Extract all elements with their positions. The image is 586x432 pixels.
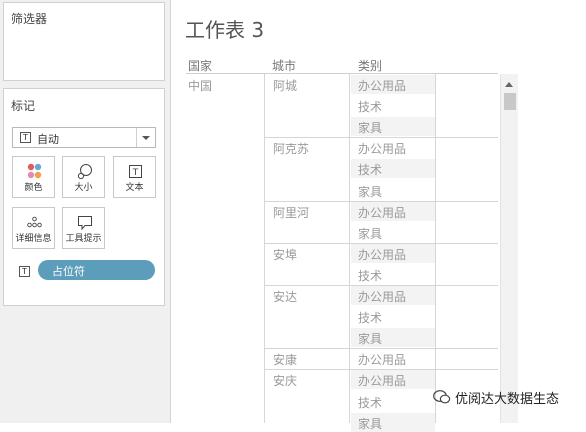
- category-cell[interactable]: 办公用品: [358, 351, 406, 368]
- category-cell[interactable]: 技术: [358, 98, 382, 115]
- group-separator: [265, 348, 498, 350]
- filters-card[interactable]: 筛选器: [3, 2, 165, 81]
- category-column-divider: [349, 74, 350, 423]
- header-city[interactable]: 城市: [272, 57, 296, 74]
- detail-button[interactable]: 详细信息: [12, 207, 55, 249]
- tooltip-button-label: 工具提示: [65, 234, 102, 244]
- category-cell[interactable]: 技术: [358, 309, 382, 326]
- vertical-scrollbar[interactable]: [500, 74, 518, 423]
- color-dots-icon: [27, 163, 42, 179]
- text-encoding-icon: T: [19, 266, 30, 277]
- marks-title: 标记: [11, 99, 36, 113]
- category-cell[interactable]: 技术: [358, 394, 382, 411]
- left-pane: 筛选器 标记 T 自动 颜色 大小 T 文本 详细信息 工具提示 T 占位符: [0, 0, 171, 423]
- category-cell[interactable]: 办公用品: [358, 246, 406, 263]
- category-cell[interactable]: 家具: [358, 225, 382, 242]
- chevron-down-icon[interactable]: [136, 128, 155, 147]
- scroll-thumb[interactable]: [504, 93, 516, 110]
- detail-dots-icon: [27, 216, 42, 228]
- tooltip-button[interactable]: 工具提示: [62, 207, 105, 249]
- color-button-label: 颜色: [24, 183, 43, 193]
- category-cell[interactable]: 办公用品: [358, 204, 406, 221]
- text-button[interactable]: T 文本: [113, 156, 156, 198]
- pill-label: 占位符: [52, 265, 85, 278]
- city-cell[interactable]: 安庆: [273, 372, 297, 389]
- size-icon: [77, 164, 92, 180]
- size-button-label: 大小: [74, 183, 93, 193]
- category-cell[interactable]: 家具: [358, 183, 382, 200]
- city-cell[interactable]: 安达: [273, 288, 297, 305]
- city-cell[interactable]: 阿城: [273, 77, 297, 94]
- placeholder-pill[interactable]: 占位符: [38, 260, 155, 280]
- mark-type-dropdown[interactable]: T 自动: [12, 127, 156, 148]
- category-cell[interactable]: 办公用品: [358, 77, 406, 94]
- text-icon: T: [129, 165, 142, 178]
- city-cell[interactable]: 阿里河: [273, 204, 309, 221]
- category-cell[interactable]: 办公用品: [358, 140, 406, 157]
- marks-card: 标记 T 自动 颜色 大小 T 文本 详细信息 工具提示 T 占位符: [3, 88, 165, 306]
- size-button[interactable]: 大小: [62, 156, 105, 198]
- tooltip-icon: [78, 216, 92, 231]
- measure-column-divider: [435, 74, 436, 423]
- mark-type-label: 自动: [37, 133, 59, 146]
- wechat-icon: [433, 390, 451, 404]
- header-country[interactable]: 国家: [188, 57, 212, 74]
- watermark-text: 优阅达大数据生态: [455, 392, 560, 407]
- city-cell[interactable]: 安埠: [273, 246, 297, 263]
- category-cell[interactable]: 家具: [358, 330, 382, 347]
- header-category[interactable]: 类别: [358, 57, 382, 74]
- scroll-up-icon[interactable]: [505, 82, 513, 87]
- text-mark-icon: T: [20, 132, 31, 143]
- city-column-divider: [264, 74, 265, 423]
- category-cell[interactable]: 技术: [358, 161, 382, 178]
- svg-text:T: T: [132, 168, 139, 178]
- sheet-title: 工作表 3: [185, 18, 265, 42]
- text-button-label: 文本: [125, 183, 144, 193]
- category-cell[interactable]: 办公用品: [358, 288, 406, 305]
- detail-button-label: 详细信息: [15, 234, 52, 244]
- city-cell[interactable]: 阿克苏: [273, 140, 309, 157]
- category-cell[interactable]: 家具: [358, 119, 382, 136]
- category-cell[interactable]: 家具: [358, 415, 382, 432]
- country-cell[interactable]: 中国: [188, 77, 212, 94]
- group-separator: [265, 137, 498, 139]
- category-cell[interactable]: 办公用品: [358, 372, 406, 389]
- filters-title: 筛选器: [11, 12, 48, 26]
- city-cell[interactable]: 安康: [273, 351, 297, 368]
- header-divider: [186, 73, 498, 74]
- category-cell[interactable]: 技术: [358, 267, 382, 284]
- color-button[interactable]: 颜色: [12, 156, 55, 198]
